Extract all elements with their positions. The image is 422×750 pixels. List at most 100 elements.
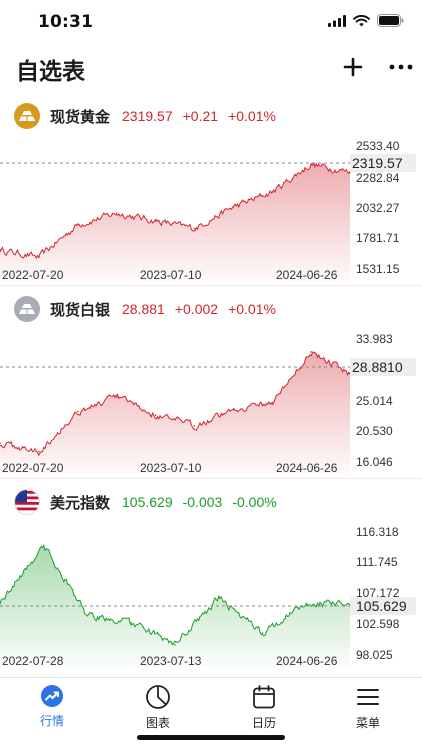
asset-change: +0.002: [174, 301, 219, 317]
watchlist-card-silver[interactable]: 现货白银 28.881 +0.002 +0.01% 28.8810 33.983…: [0, 294, 422, 480]
add-button[interactable]: [340, 54, 366, 80]
y-tick-label: 20.530: [356, 424, 393, 438]
wifi-icon: [353, 14, 370, 26]
x-tick-label: 2022-07-20: [2, 461, 64, 475]
data-point: [174, 644, 176, 646]
data-point: [115, 396, 118, 398]
data-point: [115, 212, 118, 215]
asset-change-percent: +0.01%: [228, 301, 276, 317]
asset-price: 28.881: [122, 301, 165, 317]
data-point: [77, 223, 79, 226]
asset-change-percent: -0.00%: [232, 494, 277, 510]
y-tick-label: 116.318: [356, 525, 399, 539]
data-point: [261, 632, 264, 634]
watchlist-card-usd-index[interactable]: 美元指数 105.629 -0.003 -0.00% 105.629 116.3…: [0, 487, 422, 673]
x-tick-label: 2023-07-10: [140, 268, 202, 282]
data-point: [232, 206, 235, 208]
watchlist-card-gold[interactable]: 现货黄金 2319.57 +0.21 +0.01% 2319.57 2533.4…: [0, 101, 422, 287]
data-point: [305, 602, 308, 605]
y-tick-label: 25.014: [356, 394, 393, 408]
tab-menu[interactable]: 菜单: [338, 684, 398, 732]
data-point: [193, 424, 196, 427]
plus-icon: [343, 57, 363, 77]
data-point: [232, 408, 235, 411]
battery-icon: [377, 14, 404, 27]
asset-price: 105.629: [122, 494, 173, 510]
asset-price: 2319.57: [122, 108, 173, 124]
data-point: [77, 410, 79, 413]
data-point: [154, 220, 157, 222]
status-time: 10:31: [38, 12, 94, 32]
calendar-icon: [253, 685, 275, 709]
y-tick-label: 2282.84: [356, 171, 400, 185]
x-tick-label: 2024-06-26: [276, 654, 338, 668]
tab-label: 菜单: [355, 716, 380, 730]
tab-label: 图表: [145, 716, 170, 730]
y-tick-label: 33.983: [356, 332, 393, 346]
asset-name: 美元指数: [50, 493, 111, 512]
more-button[interactable]: [386, 54, 416, 80]
status-icons: [328, 14, 404, 27]
tab-label: 日历: [251, 716, 276, 730]
pie-chart-icon: [146, 685, 170, 709]
home-indicator: [137, 735, 285, 740]
us-flag-icon: [14, 489, 40, 515]
y-tick-label: 1781.71: [356, 231, 400, 245]
card-divider: [0, 478, 422, 479]
ellipsis-icon: [389, 64, 413, 70]
data-point: [86, 615, 89, 617]
asset-change: -0.003: [182, 494, 223, 510]
data-point: [38, 256, 40, 259]
asset-name: 现货白银: [50, 300, 111, 319]
y-tick-label: 2032.27: [356, 201, 400, 215]
y-tick-label: 98.025: [356, 648, 393, 662]
data-point: [38, 450, 40, 453]
tab-market[interactable]: 行情: [22, 684, 82, 732]
tab-calendar[interactable]: 日历: [234, 684, 294, 732]
data-point: [271, 191, 274, 193]
tab-charts[interactable]: 图表: [128, 684, 188, 732]
data-point: [43, 544, 45, 547]
card-header: 现货黄金 2319.57 +0.21 +0.01%: [14, 101, 286, 131]
data-point: [310, 351, 312, 353]
x-tick-label: 2023-07-10: [140, 461, 202, 475]
y-tick-label: 107.172: [356, 586, 400, 600]
silver-bar-icon: [14, 296, 40, 322]
x-tick-label: 2024-06-26: [276, 461, 338, 475]
chart-marks: [0, 161, 351, 281]
signal-icon: [328, 14, 346, 27]
gold-bar-icon: [14, 103, 40, 129]
silver-chart[interactable]: 28.8810 33.983 25.014 20.530 16.046 2022…: [0, 328, 422, 476]
x-tick-label: 2022-07-28: [2, 654, 64, 668]
data-point: [193, 227, 196, 230]
asset-change-percent: +0.01%: [228, 108, 276, 124]
data-point: [218, 597, 220, 599]
x-tick-label: 2023-07-13: [140, 654, 202, 668]
trend-icon: [41, 685, 63, 707]
data-point: [130, 621, 133, 624]
card-header: 美元指数 105.629 -0.003 -0.00%: [14, 487, 287, 517]
y-tick-label: 16.046: [356, 455, 393, 469]
asset-name: 现货黄金: [50, 107, 111, 126]
data-point: [0, 442, 1, 444]
x-tick-label: 2022-07-20: [2, 268, 64, 282]
data-point: [154, 414, 157, 416]
chart-marks: [0, 351, 351, 474]
data-point: [271, 401, 274, 404]
price-tag: 105.629: [356, 598, 407, 614]
x-tick-label: 2024-06-26: [276, 268, 338, 282]
gold-chart[interactable]: 2319.57 2533.40 2282.84 2032.27 1781.71 …: [0, 135, 422, 283]
page-title: 自选表: [16, 59, 85, 85]
status-bar: 10:31: [0, 0, 422, 44]
tab-label: 行情: [39, 714, 64, 728]
price-tag: 2319.57: [352, 155, 403, 171]
card-header: 现货白银 28.881 +0.002 +0.01%: [14, 294, 286, 324]
usd-index-chart[interactable]: 105.629 116.318 111.745 107.172 102.598 …: [0, 521, 422, 669]
menu-icon: [357, 689, 379, 705]
card-divider: [0, 285, 422, 286]
price-tag: 28.8810: [352, 359, 403, 375]
header: 自选表: [0, 48, 422, 92]
data-point: [310, 163, 312, 166]
y-tick-label: 1531.15: [356, 262, 400, 276]
y-tick-label: 2533.40: [356, 139, 400, 153]
